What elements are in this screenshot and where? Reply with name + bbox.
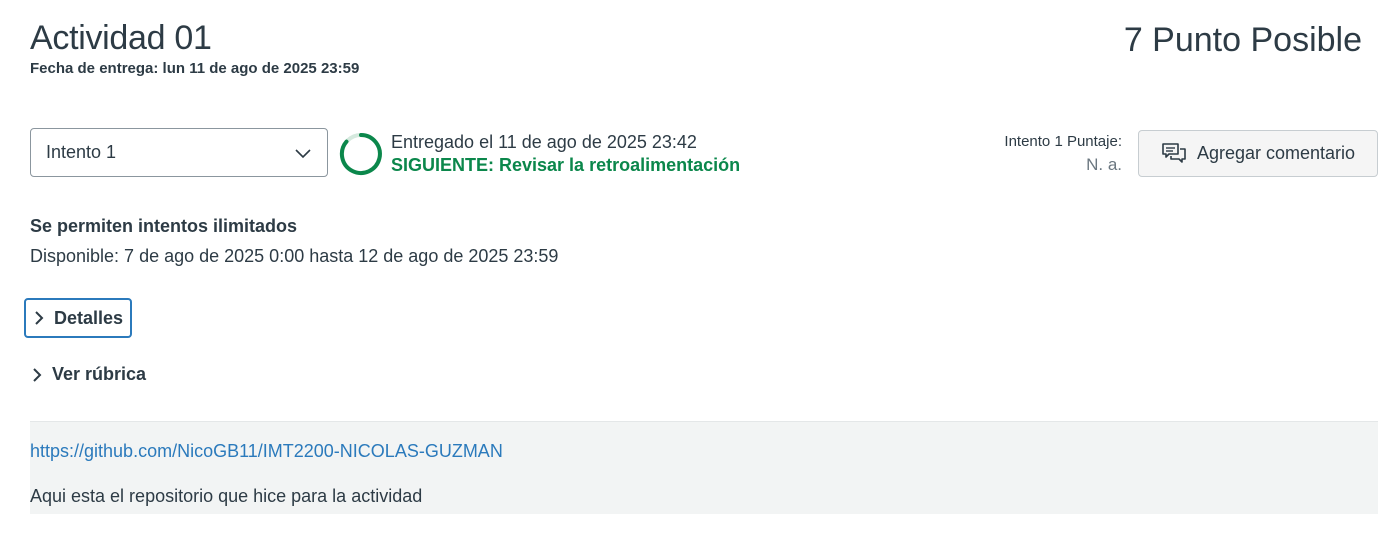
submission-status: Entregado el 11 de ago de 2025 23:42	[391, 132, 697, 152]
submission-comment: Aqui esta el repositorio que hice para l…	[30, 486, 423, 506]
availability-dates: Disponible: 7 de ago de 2025 0:00 hasta …	[30, 246, 559, 266]
chevron-down-icon	[295, 149, 311, 159]
score-label: Intento 1 Puntaje:	[1004, 133, 1122, 150]
progress-ring-icon	[339, 133, 382, 175]
due-date: Fecha de entrega: lun 11 de ago de 2025 …	[30, 60, 360, 77]
next-step-label: SIGUIENTE: Revisar la retroalimentación	[391, 155, 741, 175]
add-comment-button[interactable]: Agregar comentario	[1138, 130, 1378, 177]
attempt-select-value: Intento 1	[46, 142, 117, 162]
attempt-select[interactable]: Intento 1	[30, 128, 328, 177]
details-toggle[interactable]: Detalles	[24, 298, 132, 338]
view-rubric-toggle[interactable]: Ver rúbrica	[30, 364, 146, 385]
add-comment-label: Agregar comentario	[1196, 143, 1356, 163]
assignment-title: Actividad 01	[30, 19, 212, 57]
points-possible: 7 Punto Posible	[1123, 21, 1362, 59]
submission-content: https://github.com/NicoGB11/IMT2200-NICO…	[30, 421, 1378, 514]
repository-link[interactable]: https://github.com/NicoGB11/IMT2200-NICO…	[30, 441, 503, 462]
chevron-right-icon	[35, 311, 44, 325]
chevron-right-icon	[33, 367, 42, 382]
attempts-allowed: Se permiten intentos ilimitados	[30, 216, 298, 236]
score-value: N. a.	[1086, 155, 1122, 174]
rubric-label: Ver rúbrica	[52, 364, 147, 384]
details-label: Detalles	[54, 307, 124, 328]
comment-icon	[1162, 142, 1186, 163]
